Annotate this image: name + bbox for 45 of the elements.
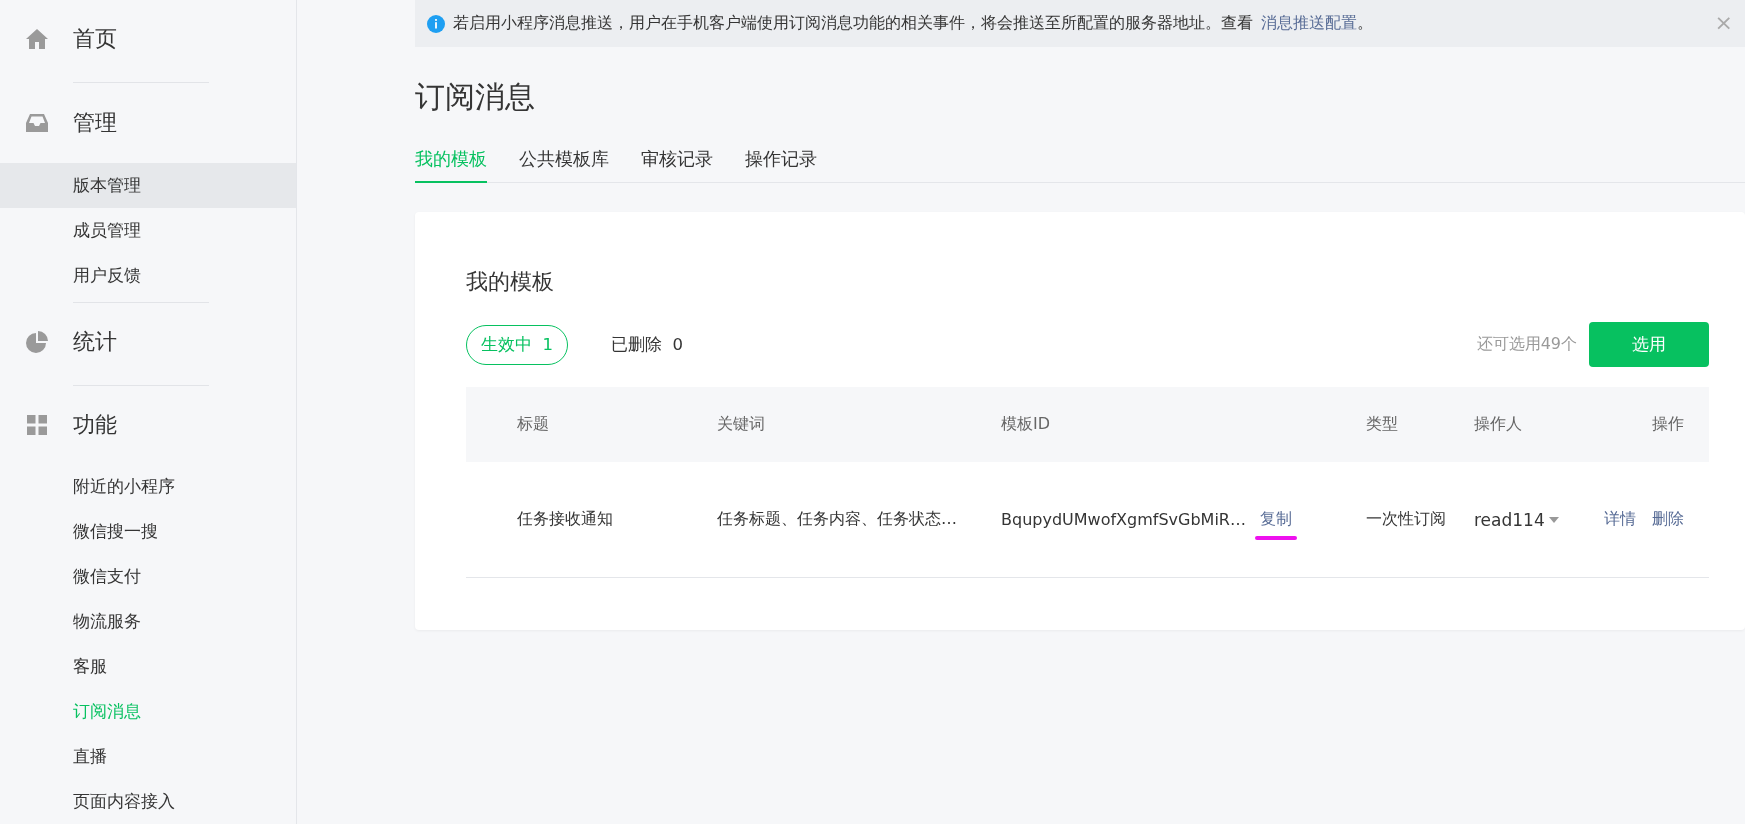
push-config-link[interactable]: 消息推送配置 <box>1261 13 1357 34</box>
column-header: 操作人 <box>1474 414 1523 435</box>
card-title: 我的模板 <box>466 268 555 296</box>
column-header: 操作 <box>1651 414 1685 435</box>
sidebar-item[interactable]: 附近的小程序 <box>0 464 296 509</box>
tray-icon <box>25 111 49 135</box>
tab[interactable]: 审核记录 <box>641 141 713 183</box>
sidebar-item[interactable]: 微信支付 <box>0 554 296 599</box>
operator-dropdown[interactable]: read114 <box>1474 509 1584 530</box>
caret-icon <box>1548 516 1559 523</box>
table-cell-text: 任务标题、任务内容、任务状态… <box>717 509 958 530</box>
sidebar-item[interactable]: 直播 <box>0 734 296 779</box>
sidebar-item[interactable]: 物流服务 <box>0 599 296 644</box>
column-header: 类型 <box>1366 414 1399 435</box>
nav-section-title[interactable]: 统计 <box>73 327 117 357</box>
info-icon <box>427 14 445 33</box>
sidebar-item[interactable]: 客服 <box>0 644 296 689</box>
action-link[interactable]: 删除 <box>1652 509 1684 530</box>
nav-section-title[interactable]: 管理 <box>73 108 117 138</box>
filter-tab[interactable]: 已删除 0 <box>596 324 698 365</box>
copy-link[interactable]: 复制 <box>1259 509 1292 528</box>
column-header: 关键词 <box>717 414 766 435</box>
table-cell: BqupydUMwofXgmfSvGbMiR… <box>1001 510 1246 529</box>
table-cell-text: 一次性订阅 <box>1366 509 1447 530</box>
sidebar-item[interactable]: 版本管理 <box>0 163 296 208</box>
column-header: 模板ID <box>1001 414 1052 435</box>
action-link[interactable]: 详情 <box>1604 509 1636 530</box>
tab[interactable]: 公共模板库 <box>519 141 609 183</box>
pie-chart-icon <box>25 330 49 354</box>
page-title: 订阅消息 <box>415 78 536 116</box>
notice-punctuation: 。 <box>1357 13 1373 34</box>
column-header: 标题 <box>516 414 550 435</box>
table-cell-text: 任务接收通知 <box>516 509 614 530</box>
grid-icon <box>25 413 49 437</box>
tab[interactable]: 操作记录 <box>745 141 817 183</box>
sidebar-item[interactable]: 用户反馈 <box>0 253 296 298</box>
notice-text: 若启用小程序消息推送，用户在手机客户端使用订阅消息功能的相关事件，将会推送至所配置的服务器地址。查看 <box>453 13 1253 34</box>
house-icon <box>25 27 49 51</box>
highlight-underline <box>1254 536 1297 540</box>
sidebar-item[interactable]: 页面内容接入 <box>0 779 296 824</box>
nav-section-title[interactable]: 首页 <box>73 24 117 54</box>
sidebar-item[interactable]: 微信搜一搜 <box>0 509 296 554</box>
remaining-count: 还可选用49个 <box>1476 334 1577 355</box>
sidebar-item[interactable]: 成员管理 <box>0 208 296 253</box>
nav-section-title[interactable]: 功能 <box>73 410 117 440</box>
